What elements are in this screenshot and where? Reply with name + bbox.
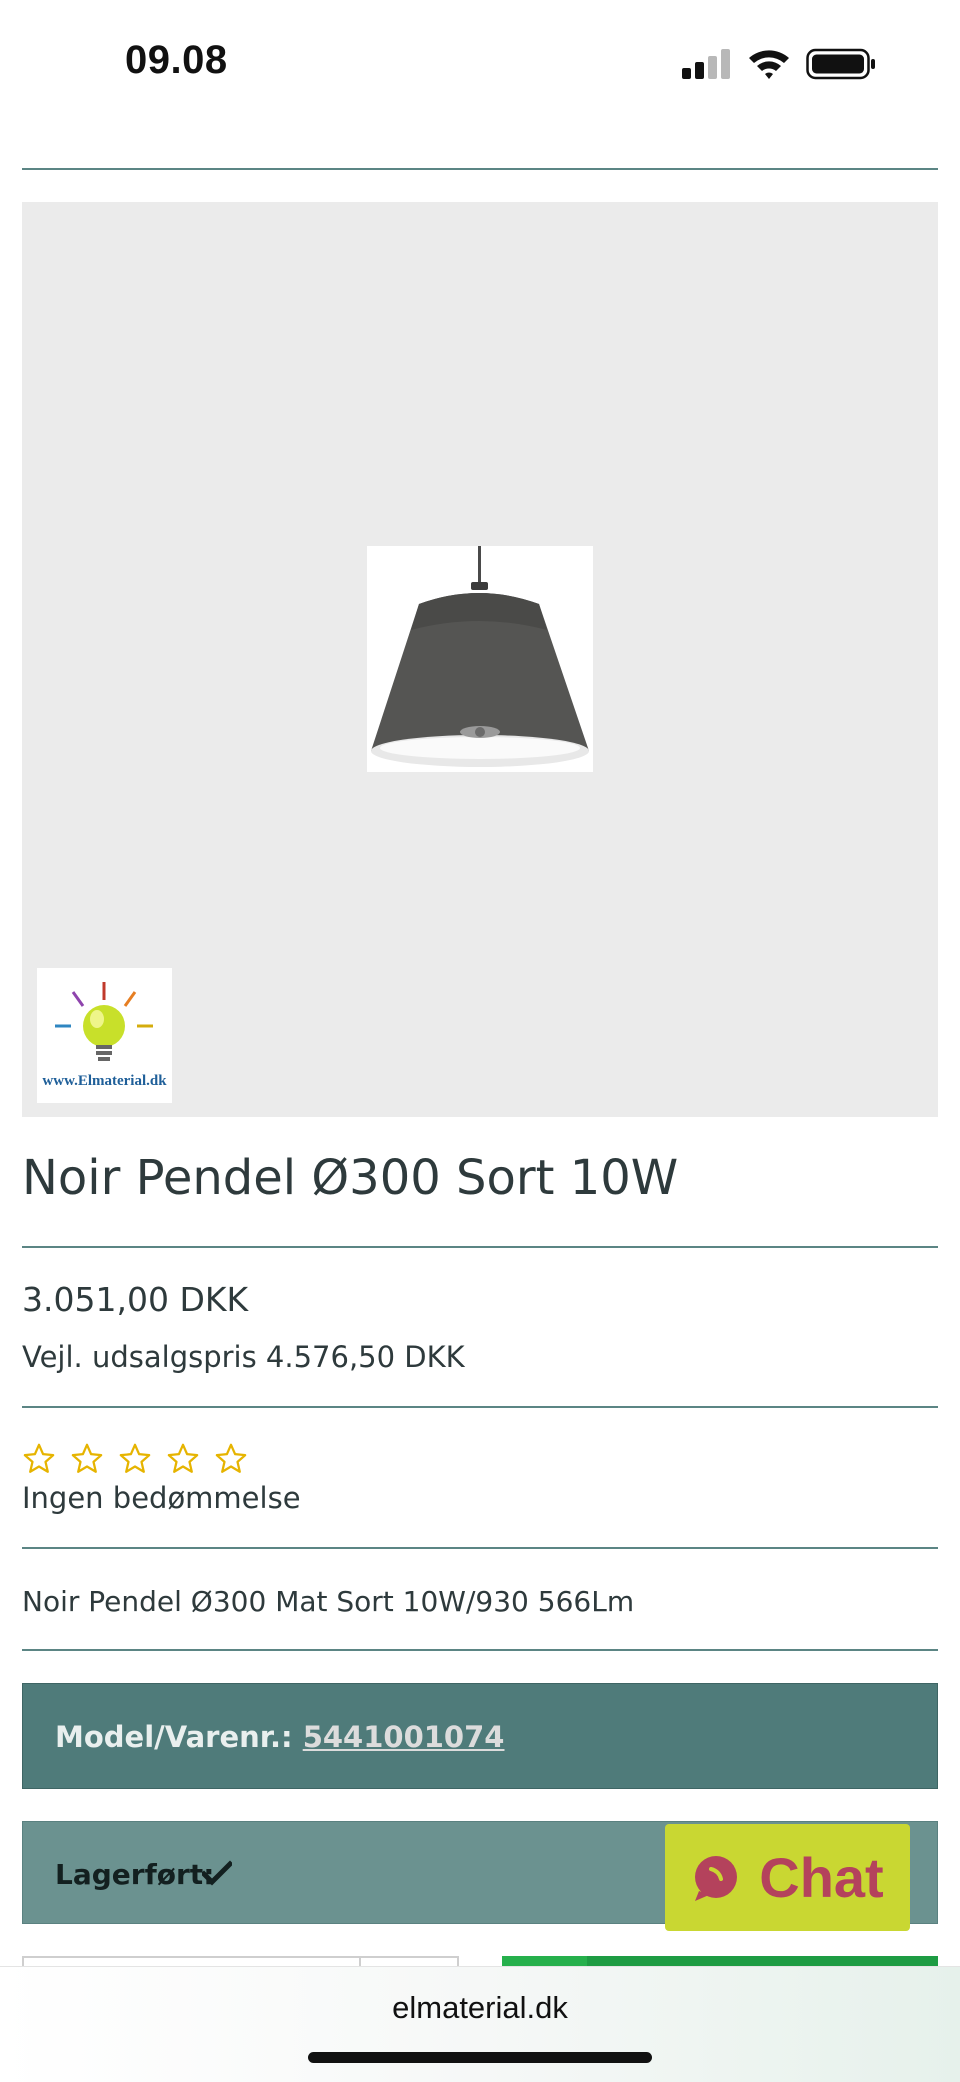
recommended-price: Vejl. udsalgspris 4.576,50 DKK — [22, 1340, 465, 1374]
product-price: 3.051,00 DKK — [22, 1280, 249, 1319]
model-number-link[interactable]: 5441001074 — [303, 1720, 505, 1754]
header-divider — [22, 168, 938, 170]
url-bar[interactable]: elmaterial.dk — [0, 1990, 960, 2026]
wifi-icon — [749, 50, 789, 79]
star-icon[interactable] — [118, 1442, 152, 1476]
home-indicator[interactable] — [308, 2052, 652, 2063]
status-time: 09.08 — [125, 38, 228, 82]
product-description: Noir Pendel Ø300 Mat Sort 10W/930 566Lm — [22, 1585, 635, 1618]
chat-bubble-icon — [695, 1855, 738, 1901]
star-icon[interactable] — [22, 1442, 56, 1476]
star-icon[interactable] — [214, 1442, 248, 1476]
product-title: Noir Pendel Ø300 Sort 10W — [22, 1150, 679, 1206]
chat-button[interactable]: Chat — [665, 1824, 910, 1931]
signal-icon — [682, 49, 730, 79]
pendant-lamp-image[interactable] — [367, 546, 593, 772]
logo-text: www.Elmaterial.dk — [42, 1073, 167, 1089]
chat-label: Chat — [759, 1846, 884, 1909]
rating-divider — [22, 1547, 938, 1549]
elmaterial-logo: www.Elmaterial.dk — [37, 968, 172, 1103]
star-icon[interactable] — [70, 1442, 104, 1476]
battery-icon — [806, 48, 875, 80]
check-icon — [202, 1860, 232, 1886]
model-info: Model/Varenr.: 5441001074 — [55, 1720, 504, 1754]
stock-label: Lagerført: — [55, 1858, 215, 1891]
rating-stars[interactable] — [22, 1442, 248, 1476]
price-divider — [22, 1406, 938, 1408]
rating-label: Ingen bedømmelse — [22, 1481, 301, 1515]
title-divider — [22, 1246, 938, 1248]
model-label: Model/Varenr.: — [55, 1720, 293, 1754]
description-divider — [22, 1649, 938, 1651]
star-icon[interactable] — [166, 1442, 200, 1476]
